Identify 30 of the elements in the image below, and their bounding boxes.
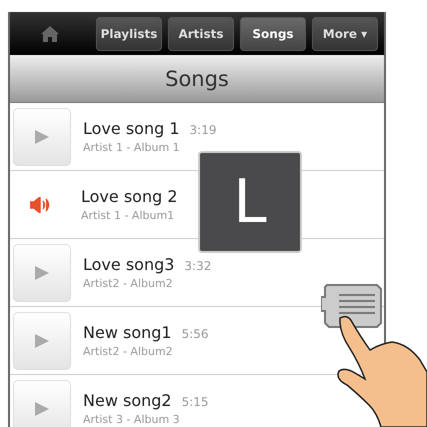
play-icon [34,264,50,280]
song-duration: 3:19 [190,123,216,137]
nav-tab[interactable]: Artists [168,16,234,50]
song-title: New song2 [83,391,172,410]
play-button[interactable] [13,312,71,370]
song-artist-album: Artist 1 - Album1 [81,209,176,222]
song-duration: 3:32 [184,259,212,273]
song-duration: 5:15 [182,395,209,409]
nav-tab[interactable]: Playlists [96,16,162,50]
song-artist-album: Artist2 - Album2 [83,345,174,358]
song-artist-album: Artist 3 - Album 3 [83,413,181,426]
song-artist-album: Artist2 - Album2 [83,277,174,290]
song-duration: 5:56 [182,327,209,341]
play-icon [34,400,50,416]
song-artist-album: Artist 1 - Album 1 [83,141,181,154]
nav-tab[interactable]: More ▾ [312,16,378,50]
scroll-handle-icon[interactable] [321,281,385,329]
song-title: Love song 1 [83,119,180,138]
songs-header: Songs [10,55,384,103]
song-title: Love song 2 [81,187,178,206]
play-button[interactable] [13,244,71,302]
song-title: Love song3 [83,255,174,274]
play-icon [34,332,50,348]
letter-overlay: L [198,151,302,253]
home-icon[interactable] [41,26,59,42]
song-title: New song1 [83,323,172,342]
nav-tab[interactable]: Songs [240,16,306,50]
play-button[interactable] [13,108,71,166]
play-icon [34,128,50,144]
play-button[interactable] [13,380,71,427]
